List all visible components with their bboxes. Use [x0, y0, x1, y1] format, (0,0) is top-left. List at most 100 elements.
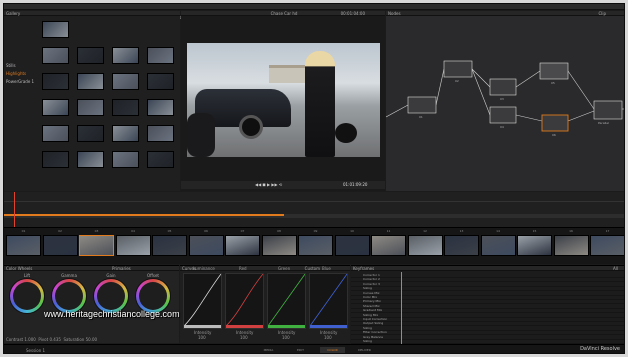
album-stills[interactable]: Stills	[6, 63, 16, 68]
wheels-mode[interactable]: Primaries	[112, 266, 131, 271]
wheel-shape	[239, 115, 263, 139]
intensity-value[interactable]: 100	[198, 335, 206, 340]
watermark-text: www.heritagechristiancollege.com	[44, 309, 180, 319]
clip-thumbnail[interactable]	[225, 235, 260, 256]
gallery-still[interactable]	[42, 47, 69, 64]
clip-number: 17	[605, 229, 610, 233]
node-label: 01	[419, 115, 423, 119]
page-color[interactable]: COLOR	[320, 347, 345, 353]
clip-thumbnail[interactable]	[6, 235, 41, 256]
gallery-still[interactable]	[147, 47, 174, 64]
playhead[interactable]	[14, 192, 15, 227]
keyframe-row-label: Gradient Mix	[363, 308, 383, 313]
keyframe-playhead[interactable]	[401, 272, 402, 344]
motorcycle-shape	[187, 113, 215, 157]
green-curve[interactable]	[267, 273, 306, 329]
saturation-value[interactable]: Saturation 50.00	[63, 337, 97, 342]
offset-wheel[interactable]	[136, 279, 170, 313]
wheel-label: Gain	[106, 273, 116, 278]
app-window: DaVinci Resolve File Edit View Mark Play…	[3, 3, 625, 354]
menu-bar: DaVinci Resolve File Edit View Mark Play…	[4, 4, 624, 20]
clip-thumbnail[interactable]	[79, 235, 114, 256]
keyframe-row-label: Sizing	[363, 325, 372, 330]
clip-number: 06	[204, 229, 208, 233]
clip-thumbnail[interactable]	[261, 235, 297, 256]
viewer-panel: Chase Car hd 00:01:04:00 ◀◀ ◼ ▶ ▶▶ ⟲ 01:…	[181, 11, 385, 191]
curves-mode[interactable]: Custom	[305, 266, 320, 271]
gallery-still[interactable]	[77, 125, 104, 142]
gallery-still[interactable]	[112, 99, 139, 116]
clip-thumbnail[interactable]	[590, 235, 624, 256]
clip-thumbnail[interactable]	[152, 235, 187, 256]
node-label: Parallel	[598, 121, 609, 125]
page-media[interactable]: MEDIA	[256, 347, 281, 353]
green-bar	[268, 325, 305, 328]
gamma-wheel[interactable]	[52, 279, 86, 313]
album-highlights[interactable]: Highlights	[6, 71, 26, 76]
clip-thumbnail[interactable]	[517, 235, 552, 256]
keyframe-row-label: Corrector 3	[363, 281, 380, 286]
wheel-label: Gamma	[61, 273, 77, 278]
viewer-image	[187, 43, 380, 157]
clip-number: 11	[386, 229, 391, 233]
clip-thumbnail[interactable]	[298, 235, 333, 256]
keyframe-row-label: Filter Correction	[363, 330, 387, 335]
node-graph[interactable]: 01 02 03 04 05 06 Parallel	[386, 17, 625, 191]
gallery-still[interactable]	[112, 47, 139, 64]
album-powergrade[interactable]: PowerGrade 1	[6, 79, 34, 84]
keyframes-filter[interactable]: All	[613, 266, 618, 271]
gallery-still[interactable]	[77, 99, 104, 116]
gallery-still[interactable]	[112, 151, 139, 168]
nodes-header: Nodes Clip	[386, 11, 624, 16]
gallery-still[interactable]	[42, 73, 69, 90]
clip-thumbnail[interactable]	[371, 235, 406, 256]
clip-thumbnail[interactable]	[480, 235, 516, 256]
gallery-still[interactable]	[147, 125, 174, 142]
gallery-still[interactable]	[112, 73, 139, 90]
intensity-value[interactable]: 100	[324, 335, 332, 340]
luminance-curve[interactable]	[183, 273, 222, 329]
play-controls-icon[interactable]: ◀◀ ◼ ▶ ▶▶ ⟲	[255, 182, 282, 187]
gallery-still[interactable]	[42, 21, 69, 38]
clip-thumbnail[interactable]	[188, 235, 224, 256]
clip-number: 07	[240, 229, 245, 233]
intensity-value[interactable]: 100	[282, 335, 290, 340]
clip-number: 10	[350, 229, 354, 233]
brand-label: DaVinci Resolve	[580, 346, 620, 352]
page-deliver[interactable]: DELIVER	[352, 347, 377, 353]
node-label: 06	[552, 133, 556, 137]
gallery-still[interactable]	[77, 47, 104, 64]
node-label: 04	[500, 125, 504, 129]
clip-thumbnail[interactable]	[115, 235, 151, 256]
keyframe-row-label: Primary Mix	[363, 299, 381, 304]
gallery-still[interactable]	[147, 151, 174, 168]
clip-thumbnail[interactable]	[334, 235, 370, 256]
timeline-panel[interactable]	[4, 192, 624, 227]
timeline-progress	[4, 214, 284, 216]
page-edit[interactable]: EDIT	[288, 347, 313, 353]
gallery-still[interactable]	[42, 125, 69, 142]
gallery-still[interactable]	[147, 73, 174, 90]
contrast-value[interactable]: Contrast 1.000	[6, 337, 36, 342]
clip-thumbnail[interactable]	[42, 235, 78, 256]
clip-thumbnail[interactable]	[444, 235, 479, 256]
clip-thumbnail[interactable]	[553, 235, 589, 256]
keyframe-row-label: Grey Balance	[363, 334, 384, 339]
timeline-ruler	[4, 194, 624, 202]
gallery-still[interactable]	[77, 73, 104, 90]
channel-label: Blue	[322, 266, 331, 271]
helmet-shape	[335, 123, 357, 143]
gain-wheel[interactable]	[94, 279, 128, 313]
keyframe-row-label: Shared Mix	[363, 303, 380, 308]
intensity-value[interactable]: 100	[240, 335, 248, 340]
gallery-still[interactable]	[112, 125, 139, 142]
pivot-value[interactable]: Pivot 0.435	[38, 337, 61, 342]
red-curve[interactable]	[225, 273, 264, 329]
lift-wheel[interactable]	[10, 279, 44, 313]
gallery-still[interactable]	[42, 99, 69, 116]
gallery-still[interactable]	[77, 151, 104, 168]
gallery-still[interactable]	[42, 151, 69, 168]
clip-thumbnail[interactable]	[407, 235, 443, 256]
gallery-still[interactable]	[147, 99, 174, 116]
blue-curve[interactable]	[309, 273, 348, 329]
